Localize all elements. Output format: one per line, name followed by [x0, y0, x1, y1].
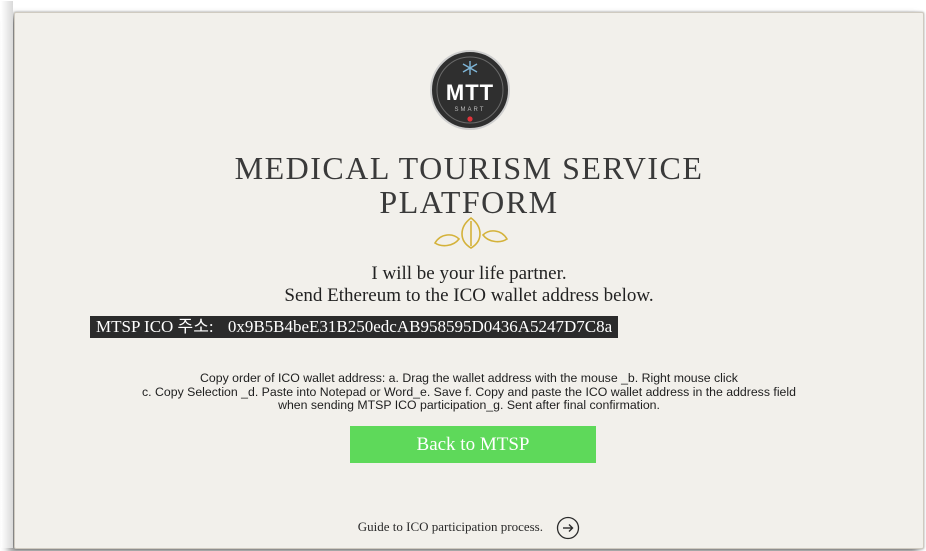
- mtt-smart-logo: MTT SMART: [430, 50, 510, 130]
- title-line-2: PLATFORM: [379, 184, 559, 220]
- back-to-mtsp-button[interactable]: Back to MTSP: [350, 426, 596, 463]
- page: MTT SMART MEDICAL TOURISM SERVICE PLATFO…: [0, 0, 926, 551]
- title-line-1: MEDICAL TOURISM SERVICE: [234, 150, 704, 186]
- instructions-line-3: when sending MTSP ICO participation_g. S…: [278, 398, 660, 412]
- page-title: MEDICAL TOURISM SERVICE PLATFORM: [15, 151, 923, 219]
- content-panel: MTT SMART MEDICAL TOURISM SERVICE PLATFO…: [1, 1, 924, 549]
- wallet-address[interactable]: 0x9B5B4beE31B250edcAB958595D0436A5247D7C…: [228, 317, 612, 336]
- logo-brand-text: MTT: [446, 80, 494, 105]
- circle-arrow-right-icon[interactable]: [556, 516, 580, 540]
- logo-sub-text: SMART: [455, 107, 486, 113]
- logo-red-dot: [467, 116, 473, 122]
- wallet-label: MTSP ICO 주소:: [96, 317, 214, 336]
- tagline: I will be your life partner. Send Ethere…: [15, 263, 923, 307]
- tagline-line-2: Send Ethereum to the ICO wallet address …: [284, 285, 654, 306]
- tagline-line-1: I will be your life partner.: [371, 263, 567, 284]
- guide-link[interactable]: Guide to ICO participation process.: [15, 516, 923, 540]
- wallet-address-box[interactable]: MTSP ICO 주소: 0x9B5B4beE31B250edcAB958595…: [90, 316, 619, 338]
- leaf-ornament-icon: [433, 216, 509, 249]
- guide-text[interactable]: Guide to ICO participation process.: [358, 519, 543, 534]
- instructions-line-1: Copy order of ICO wallet address: a. Dra…: [200, 371, 738, 385]
- copy-instructions: Copy order of ICO wallet address: a. Dra…: [19, 371, 919, 413]
- instructions-line-2: c. Copy Selection _d. Paste into Notepad…: [142, 384, 796, 399]
